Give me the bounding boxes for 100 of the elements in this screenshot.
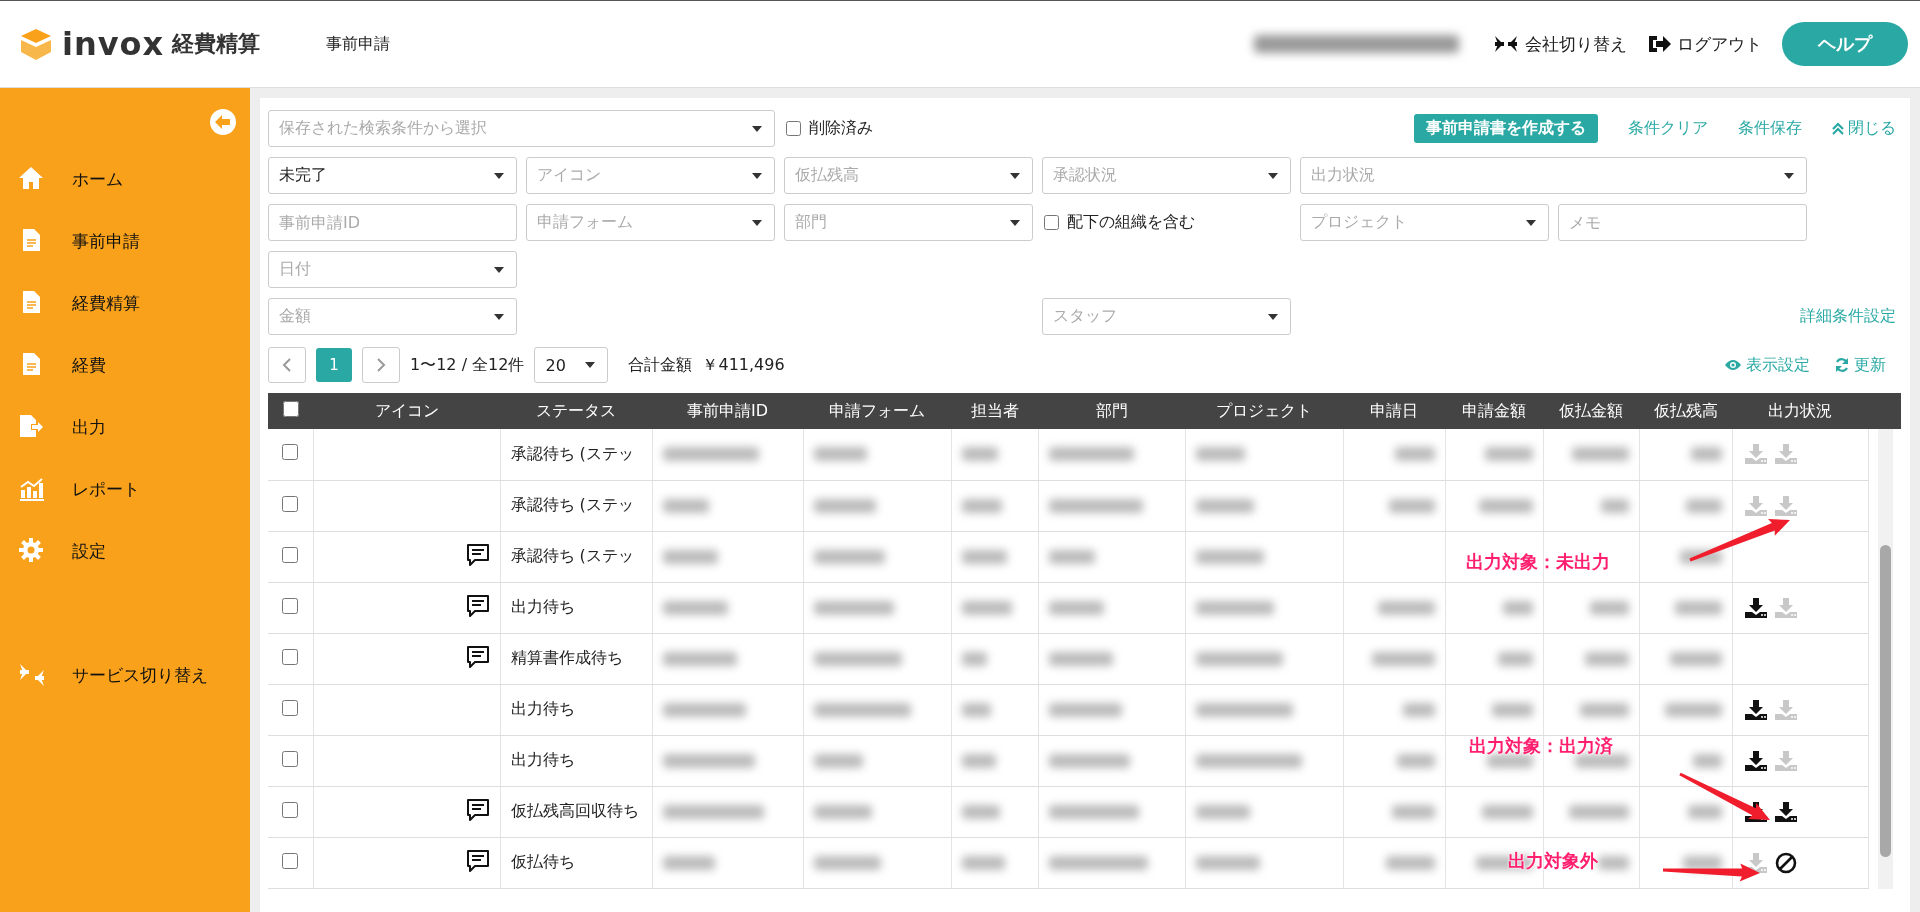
blurred-text <box>961 600 1012 615</box>
table-row[interactable]: 精算書作成待ち <box>268 633 1868 685</box>
column-header: 仮払残高 <box>1639 393 1732 429</box>
blurred-text <box>1685 498 1722 513</box>
next-page-button[interactable] <box>362 347 400 383</box>
sidebar-item[interactable]: ホーム <box>0 148 250 210</box>
sidebar-item[interactable]: 経費 <box>0 334 250 396</box>
blurred-text <box>1600 498 1629 513</box>
sidebar-item[interactable]: 経費精算 <box>0 272 250 334</box>
chart-icon <box>18 475 46 503</box>
status-cell: 精算書作成待ち <box>500 633 652 685</box>
table-row[interactable]: 仮払残高回収待ち <box>268 786 1868 838</box>
column-header: 出力状況 <box>1732 393 1868 429</box>
blurred-text <box>813 855 881 870</box>
refresh-icon <box>1834 357 1850 373</box>
column-header: 事前申請ID <box>652 393 803 429</box>
caret-icon <box>1010 219 1020 226</box>
blurred-text <box>1579 702 1629 717</box>
table-row[interactable]: 出力待ち <box>268 684 1868 736</box>
caret-icon <box>494 313 504 320</box>
blurred-text <box>1195 498 1255 513</box>
switch-arrows-icon <box>1493 33 1519 55</box>
total-label: 合計金額 <box>628 354 693 376</box>
blurred-text <box>961 549 1008 564</box>
blurred-text <box>1665 702 1722 717</box>
status-cell: 仮払残高回収待ち <box>500 786 652 838</box>
scrollbar-thumb[interactable] <box>1879 545 1891 857</box>
select-all-checkbox[interactable] <box>282 401 299 417</box>
sidebar-item[interactable]: サービス切り替え <box>0 644 250 706</box>
logo-subtitle: 経費精算 <box>172 30 261 58</box>
blurred-text <box>813 753 863 768</box>
logout-link[interactable]: ログアウト <box>1647 32 1762 56</box>
input-field[interactable]: メモ <box>1558 204 1807 241</box>
table-row[interactable]: 承認待ち (ステッ <box>268 429 1868 481</box>
chevron-right-icon <box>376 357 386 373</box>
input-field[interactable]: 事前申請ID <box>268 204 517 241</box>
column-header: 担当者 <box>951 393 1038 429</box>
blurred-text <box>961 498 1003 513</box>
select-field[interactable]: 未完了 <box>268 157 517 194</box>
annotation-label: 出力対象：未出力 <box>1466 550 1610 574</box>
column-header: 部門 <box>1038 393 1185 429</box>
blurred-text <box>813 498 876 513</box>
sidebar-item[interactable]: レポート <box>0 458 250 520</box>
status-cell: 承認待ち (ステッ <box>500 480 652 532</box>
caret-icon <box>585 362 596 368</box>
blurred-text <box>813 804 872 819</box>
blurred-text <box>1690 447 1722 462</box>
blurred-text <box>1597 855 1629 870</box>
table-row[interactable]: 出力待ち <box>268 582 1868 634</box>
row-checkbox[interactable] <box>282 699 299 716</box>
checkbox-label: 削除済み <box>809 118 873 139</box>
previous-page-button[interactable] <box>268 347 306 383</box>
eye-icon <box>1724 359 1742 371</box>
sidebar-item[interactable]: 出力 <box>0 396 250 458</box>
blurred-text <box>961 447 998 462</box>
status-cell: 出力待ち <box>500 684 652 736</box>
blurred-text <box>1195 447 1245 462</box>
blurred-text <box>1574 753 1629 768</box>
row-checkbox[interactable] <box>282 801 299 818</box>
blurred-text <box>1687 804 1722 819</box>
blurred-text <box>1572 447 1629 462</box>
caret-icon <box>752 219 762 226</box>
checkbox[interactable] <box>1044 215 1059 230</box>
row-checkbox[interactable] <box>282 648 299 665</box>
caret-icon <box>1010 172 1020 179</box>
chevrons-up-icon <box>1832 121 1844 136</box>
row-checkbox[interactable] <box>282 444 299 461</box>
row-checkbox[interactable] <box>282 750 299 767</box>
blurred-text <box>1481 804 1533 819</box>
blurred-text <box>1675 600 1722 615</box>
row-checkbox[interactable] <box>282 546 299 563</box>
blurred-text <box>1048 600 1104 615</box>
blurred-text <box>1492 702 1533 717</box>
row-checkbox[interactable] <box>282 852 299 869</box>
column-header: 申請金額 <box>1445 393 1543 429</box>
switch-company-link[interactable]: 会社切り替え <box>1493 32 1627 56</box>
chevron-left-icon <box>282 357 292 373</box>
status-cell: 承認待ち (ステッ <box>500 531 652 583</box>
table-row[interactable]: 承認待ち (ステッ <box>268 480 1868 532</box>
comment-icon <box>465 593 490 618</box>
checkbox[interactable] <box>786 121 801 136</box>
blurred-text <box>662 855 715 870</box>
blurred-text <box>1195 855 1260 870</box>
sidebar-item[interactable]: 事前申請 <box>0 210 250 272</box>
blurred-text <box>961 753 996 768</box>
sidebar-item[interactable]: 設定 <box>0 520 250 582</box>
comment-icon <box>465 542 490 567</box>
caret-icon <box>1784 172 1794 179</box>
page-size-select[interactable]: 20 <box>534 347 609 383</box>
comment-icon <box>465 848 490 873</box>
column-header: プロジェクト <box>1185 393 1343 429</box>
blurred-text <box>1195 804 1251 819</box>
status-cell: 出力待ち <box>500 582 652 634</box>
status-cell: 承認待ち (ステッ <box>500 429 652 481</box>
blurred-text <box>1372 651 1435 666</box>
row-checkbox[interactable] <box>282 495 299 512</box>
blurred-text <box>1590 600 1629 615</box>
row-checkbox[interactable] <box>282 597 299 614</box>
column-header: 仮払金額 <box>1543 393 1639 429</box>
blurred-text <box>662 549 719 564</box>
